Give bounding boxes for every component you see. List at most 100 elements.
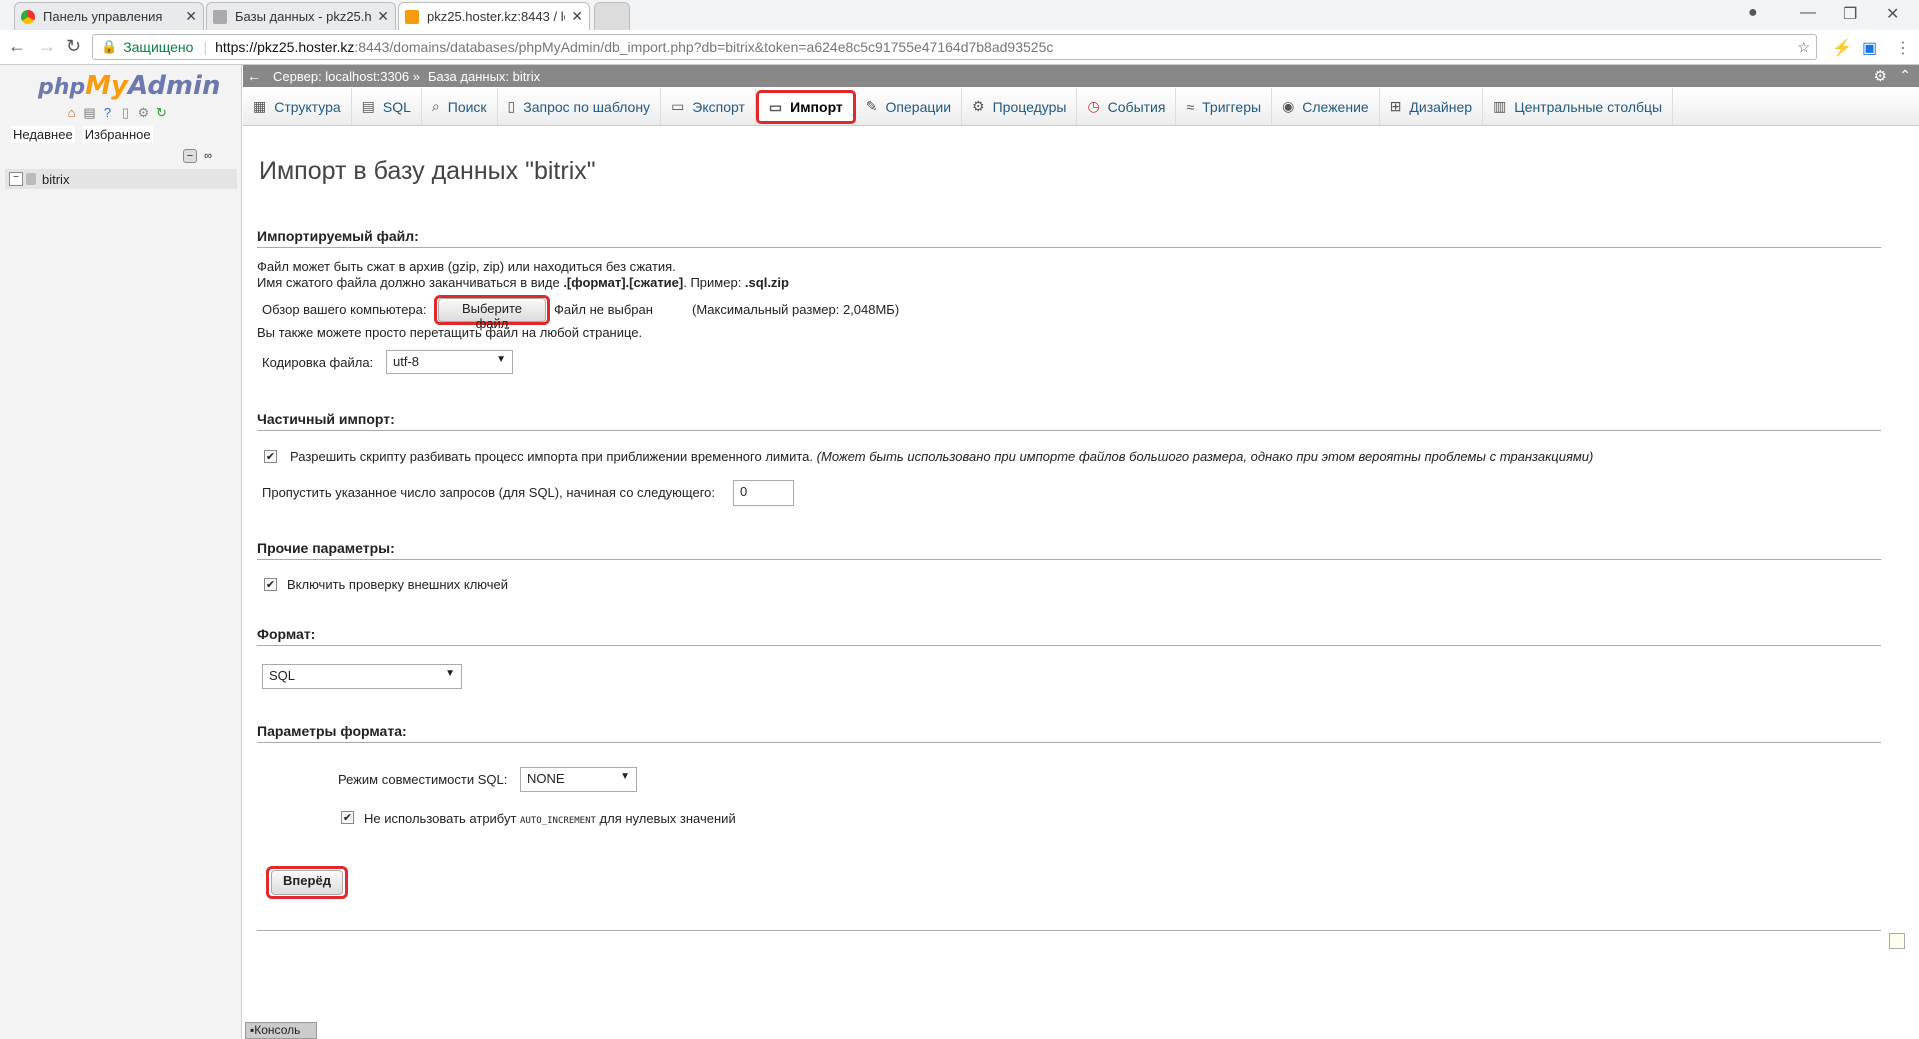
collapse-all-icon[interactable]: − xyxy=(183,149,197,163)
tab-routines[interactable]: ⚙ Процедуры xyxy=(962,88,1078,125)
events-icon: ◷ xyxy=(1087,98,1100,114)
divider: | xyxy=(203,39,208,55)
compat-select[interactable]: NONE ▼ xyxy=(520,767,637,792)
chevron-down-icon: ▼ xyxy=(496,354,506,365)
no-auto-increment-checkbox[interactable]: ✔ xyxy=(341,811,354,824)
phpmyadmin-logo[interactable]: phpMyAdmin xyxy=(38,71,220,101)
recent-tab[interactable]: Недавнее xyxy=(11,126,75,143)
bookmark-star-icon[interactable]: ☆ xyxy=(1797,39,1810,56)
secure-label: Защищено xyxy=(123,39,194,55)
db-menu-tabs: ▦ Структура ▤ SQL ⌕ Поиск ▯ Запрос по шаблон… xyxy=(243,88,1919,126)
settings-gear-icon[interactable]: ⚙ xyxy=(1874,67,1887,85)
tab-tracking[interactable]: ◉ Слежение xyxy=(1272,88,1380,125)
import-icon: ▭ xyxy=(768,98,783,115)
format-select[interactable]: SQL ▼ xyxy=(262,664,462,689)
sidebar-tabs: Недавнее Избранное xyxy=(11,126,153,143)
chevron-down-icon: ▼ xyxy=(445,668,455,679)
allow-interrupt-checkbox[interactable]: ✔ xyxy=(264,450,277,463)
link-icon[interactable]: ∞ xyxy=(201,149,215,163)
browser-tab-active[interactable]: pkz25.hoster.kz:8443 / lo ✕ xyxy=(398,2,590,30)
reload-icon[interactable]: ↻ xyxy=(66,36,81,57)
tab-central-columns[interactable]: ▥ Центральные столбцы xyxy=(1483,88,1674,125)
menu-kebab-icon[interactable]: ⋮ xyxy=(1895,38,1911,58)
back-icon[interactable]: ← xyxy=(8,36,26,57)
breadcrumb-database[interactable]: База данных: bitrix xyxy=(428,69,540,84)
routines-icon: ⚙ xyxy=(972,98,985,114)
browser-tab[interactable]: Панель управления ✕ xyxy=(14,2,204,30)
drag-note: Вы также можете просто перетащить файл н… xyxy=(257,325,643,340)
expand-icon[interactable]: − xyxy=(9,172,23,186)
url-host: https://pkz25.hoster.kz xyxy=(215,39,355,55)
tab-import[interactable]: ▭ Импорт xyxy=(755,90,856,124)
browser-tab-strip: Панель управления ✕ Базы данных - pkz25.… xyxy=(0,0,1919,31)
document-icon[interactable] xyxy=(1889,933,1905,949)
help-icon[interactable]: ? xyxy=(100,105,115,120)
divider xyxy=(257,930,1881,931)
home-icon[interactable]: ⌂ xyxy=(64,105,79,120)
forward-icon[interactable]: → xyxy=(38,36,56,57)
charset-select[interactable]: utf-8 ▼ xyxy=(386,350,513,374)
close-icon[interactable]: ✕ xyxy=(377,8,389,25)
extension-icon[interactable]: ▣ xyxy=(1862,38,1877,58)
foreign-keys-checkbox[interactable]: ✔ xyxy=(264,578,277,591)
browser-tab[interactable]: Базы данных - pkz25.ho ✕ xyxy=(206,2,396,30)
go-button[interactable]: Вперёд xyxy=(271,870,343,895)
lock-icon: 🔒 xyxy=(101,39,118,54)
quick-icons: ⌂ ▤ ? ▯ ⚙ ↻ xyxy=(64,105,169,120)
restore-icon[interactable]: ❐ xyxy=(1843,4,1857,24)
back-arrow-icon[interactable]: ← xyxy=(243,68,265,84)
wrench-icon: ✎ xyxy=(865,98,878,114)
db-tree-item-bitrix[interactable]: − bitrix xyxy=(5,169,237,189)
window-close-icon[interactable]: ✕ xyxy=(1886,4,1899,24)
file-note: Файл может быть сжат в архив (gzip, zip)… xyxy=(257,259,676,274)
collapse-icon[interactable]: ⌃ xyxy=(1899,67,1911,84)
choose-file-button[interactable]: Выберите файл xyxy=(438,298,546,331)
skip-queries-input[interactable]: 0 xyxy=(733,480,794,506)
db-tree-label: bitrix xyxy=(42,171,70,187)
page-favicon-icon xyxy=(213,9,227,24)
settings-gear-icon[interactable]: ⚙ xyxy=(136,105,151,120)
search-icon: ⌕ xyxy=(431,98,440,114)
url-input[interactable]: 🔒 Защищено | https://pkz25.hoster.kz :84… xyxy=(92,34,1817,60)
breadcrumb-server[interactable]: Сервер: localhost:3306 » xyxy=(273,69,420,84)
allow-interrupt-label: Разрешить скрипту разбивать процесс импо… xyxy=(290,449,1594,464)
export-icon: ▭ xyxy=(671,98,685,114)
close-icon[interactable]: ✕ xyxy=(571,8,583,25)
profile-icon[interactable]: ● xyxy=(1748,4,1758,22)
tab-search[interactable]: ⌕ Поиск xyxy=(422,88,498,125)
breadcrumb: ← Сервер: localhost:3306 » База данных: … xyxy=(243,65,1919,87)
close-icon[interactable]: ✕ xyxy=(185,8,197,25)
logout-icon[interactable]: ▤ xyxy=(82,105,97,120)
docs-icon[interactable]: ▯ xyxy=(118,105,133,120)
plesk-favicon-icon xyxy=(21,9,35,24)
main-content: Импорт в базу данных "bitrix" Импортируе… xyxy=(243,125,1919,1039)
tab-events[interactable]: ◷ События xyxy=(1077,88,1177,125)
navigation-panel: phpMyAdmin ⌂ ▤ ? ▯ ⚙ ↻ Недавнее Избранно… xyxy=(0,65,242,1039)
no-auto-increment-label: Не использовать атрибут AUTO_INCREMENT д… xyxy=(364,811,736,826)
tab-operations[interactable]: ✎ Операции xyxy=(856,88,963,125)
tab-sql[interactable]: ▤ SQL xyxy=(352,88,422,125)
eye-icon: ◉ xyxy=(1282,98,1295,114)
tab-triggers[interactable]: ≈ Триггеры xyxy=(1176,88,1273,125)
new-tab-button[interactable] xyxy=(594,2,630,30)
tab-query[interactable]: ▯ Запрос по шаблону xyxy=(498,88,662,125)
reload-nav-icon[interactable]: ↻ xyxy=(154,105,169,120)
compat-label: Режим совместимости SQL: xyxy=(338,772,508,787)
tab-structure[interactable]: ▦ Структура xyxy=(243,88,352,125)
browser-tab-label: pkz25.hoster.kz:8443 / lo xyxy=(427,9,566,24)
file-note: Имя сжатого файла должно заканчиваться в… xyxy=(257,275,789,290)
phpmyadmin-favicon-icon xyxy=(405,9,419,24)
charset-label: Кодировка файла: xyxy=(262,355,374,370)
browser-tab-label: Базы данных - pkz25.ho xyxy=(235,9,372,24)
favorites-tab[interactable]: Избранное xyxy=(82,126,153,143)
max-size-label: (Максимальный размер: 2,048МБ) xyxy=(692,302,900,317)
section-heading: Импортируемый файл: xyxy=(257,228,1881,248)
console-tab[interactable]: ▪Консоль xyxy=(245,1022,317,1039)
tab-export[interactable]: ▭ Экспорт xyxy=(661,88,756,125)
designer-icon: ⊞ xyxy=(1389,98,1402,114)
tab-designer[interactable]: ⊞ Дизайнер xyxy=(1380,88,1484,125)
foreign-keys-label: Включить проверку внешних ключей xyxy=(287,577,509,592)
minimize-icon[interactable]: — xyxy=(1800,4,1816,22)
extension-icon[interactable]: ⚡ xyxy=(1832,38,1852,58)
no-file-label: Файл не выбран xyxy=(554,302,653,317)
